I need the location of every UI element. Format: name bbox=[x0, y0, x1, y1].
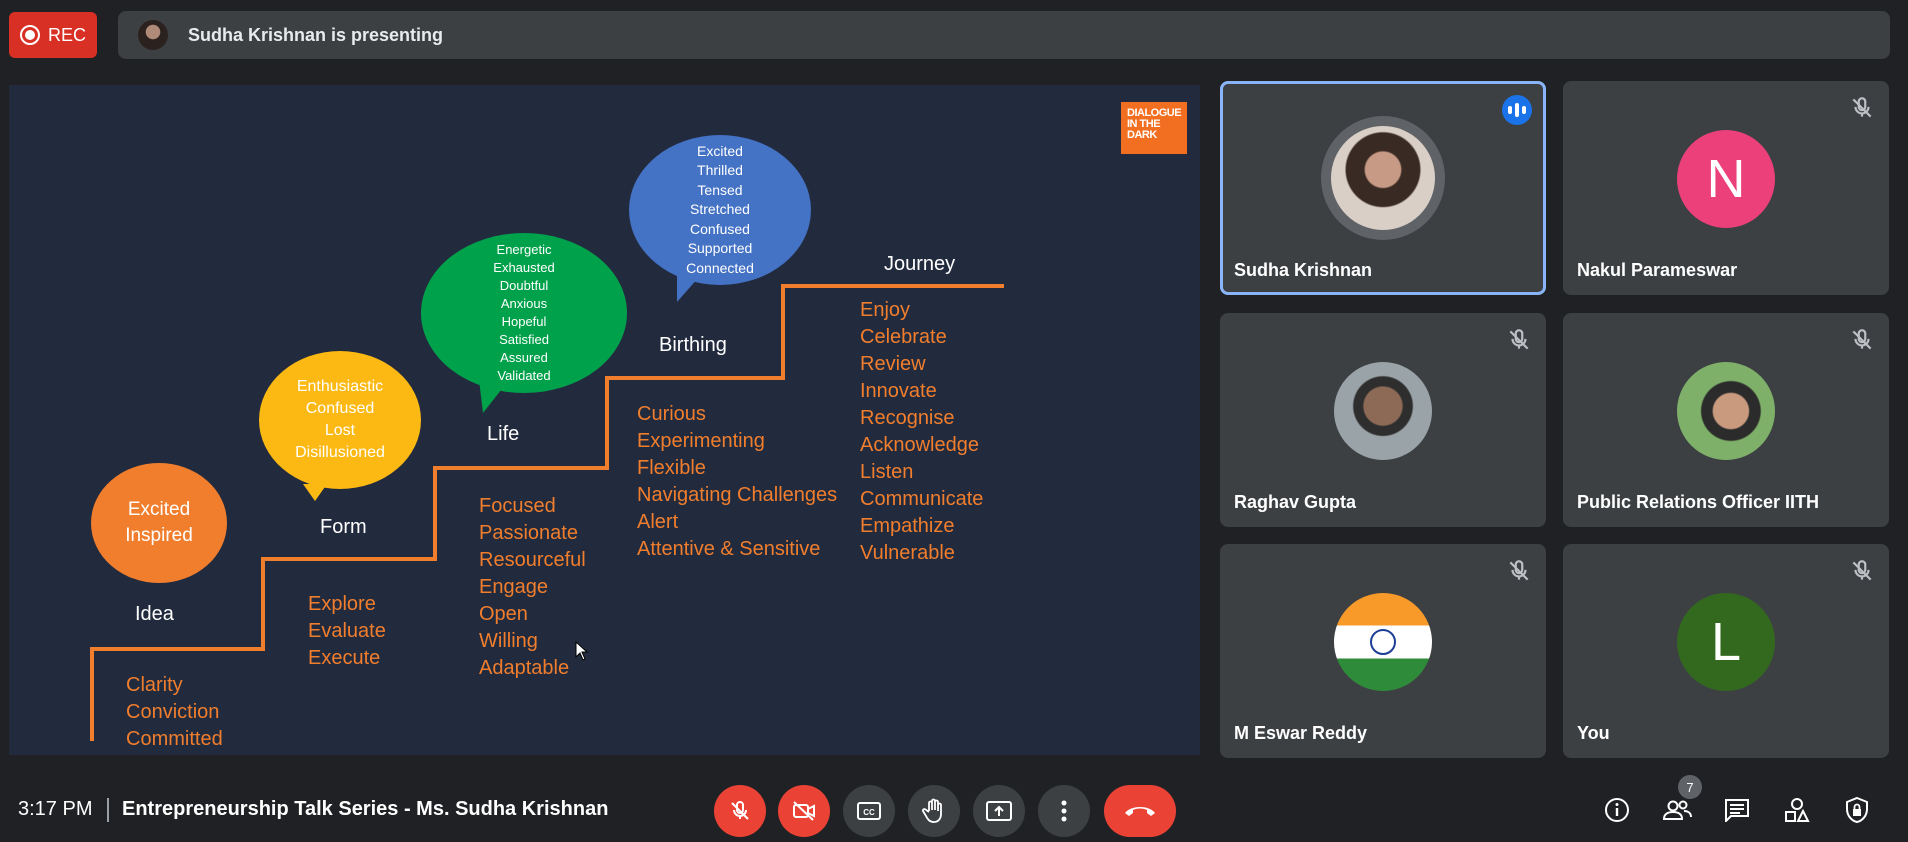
captions-button[interactable]: CC bbox=[843, 785, 895, 837]
raise-hand-icon bbox=[922, 798, 942, 823]
activities-button[interactable] bbox=[1777, 790, 1817, 830]
participant-name: Raghav Gupta bbox=[1234, 492, 1357, 512]
end-call-icon bbox=[1125, 807, 1155, 816]
avatar bbox=[1334, 362, 1432, 460]
shield-lock-icon bbox=[1846, 796, 1868, 824]
info-icon bbox=[1605, 798, 1629, 822]
mic-toggle-button[interactable] bbox=[714, 785, 766, 837]
speaking-indicator-icon bbox=[1502, 95, 1532, 125]
chat-icon bbox=[1725, 799, 1749, 822]
leave-call-button[interactable] bbox=[1104, 785, 1176, 837]
participant-name: M Eswar Reddy bbox=[1234, 723, 1368, 743]
list-idea: Clarity Conviction Committed bbox=[126, 674, 223, 750]
mic-off-icon bbox=[1509, 329, 1529, 350]
activities-icon bbox=[1785, 798, 1810, 822]
present-screen-icon bbox=[986, 801, 1012, 821]
chat-button[interactable] bbox=[1717, 790, 1757, 830]
presenting-banner: Sudha Krishnan is presenting bbox=[118, 11, 1890, 59]
presenter-avatar bbox=[138, 20, 168, 50]
participant-tile-raghav-gupta[interactable]: Raghav Gupta bbox=[1220, 313, 1546, 527]
mouse-cursor-icon bbox=[575, 641, 589, 661]
participant-tile-you[interactable]: L You bbox=[1563, 544, 1889, 758]
stage-title-form: Form bbox=[320, 516, 367, 538]
participant-name: Public Relations Officer IITH bbox=[1577, 492, 1820, 512]
mic-off-icon bbox=[1509, 560, 1529, 581]
avatar: N bbox=[1677, 130, 1775, 228]
mic-off-icon bbox=[1852, 560, 1872, 581]
bubble-life: Energetic Exhausted Doubtful Anxious Hop… bbox=[421, 233, 627, 393]
avatar: L bbox=[1677, 593, 1775, 691]
stage-title-birthing: Birthing bbox=[659, 334, 727, 356]
people-icon bbox=[1662, 800, 1692, 820]
list-form: Explore Evaluate Execute bbox=[308, 593, 386, 669]
svg-text:CC: CC bbox=[863, 808, 875, 817]
meeting-title: Entrepreneurship Talk Series - Ms. Sudha… bbox=[122, 798, 609, 820]
avatar bbox=[1677, 362, 1775, 460]
stage-title-journey: Journey bbox=[884, 253, 956, 275]
presenting-text: Sudha Krishnan is presenting bbox=[188, 24, 444, 45]
divider bbox=[107, 798, 109, 822]
india-flag-avatar bbox=[1334, 593, 1432, 691]
people-count-badge: 7 bbox=[1678, 775, 1702, 799]
clock: 3:17 PM bbox=[18, 798, 93, 820]
host-controls-button[interactable] bbox=[1837, 790, 1877, 830]
participant-tile-public-relations-officer[interactable]: Public Relations Officer IITH bbox=[1563, 313, 1889, 527]
camera-off-icon bbox=[793, 801, 815, 821]
list-journey: Enjoy Celebrate Review Innovate Recognis… bbox=[860, 299, 984, 564]
staircase-line bbox=[90, 272, 1004, 741]
stage-title-idea: Idea bbox=[135, 603, 174, 625]
present-now-button[interactable] bbox=[973, 785, 1025, 837]
participant-tile-m-eswar-reddy[interactable]: M Eswar Reddy bbox=[1220, 544, 1546, 758]
meet-window: REC Sudha Krishnan is presenting DIALOGU… bbox=[0, 0, 1908, 842]
mic-off-icon bbox=[1852, 329, 1872, 350]
mic-off-icon bbox=[1852, 97, 1872, 118]
bubble-birthing: Excited Thrilled Tensed Stretched Confus… bbox=[629, 135, 811, 285]
captions-icon: CC bbox=[857, 802, 881, 820]
recording-indicator[interactable]: REC bbox=[9, 12, 97, 58]
bubble-form: Enthusiastic Confused Lost Disillusioned bbox=[259, 351, 421, 489]
mic-off-icon bbox=[731, 800, 749, 820]
more-options-button[interactable] bbox=[1038, 785, 1090, 837]
camera-toggle-button[interactable] bbox=[778, 785, 830, 837]
participant-name: Nakul Parameswar bbox=[1577, 260, 1738, 280]
list-birthing: Curious Experimenting Flexible Navigatin… bbox=[637, 403, 838, 560]
dialogue-in-the-dark-logo: DIALOGUE IN THE DARK bbox=[1121, 102, 1187, 154]
stage-title-life: Life bbox=[487, 423, 520, 445]
bubble-idea: Excited Inspired bbox=[91, 463, 227, 583]
meeting-details-button[interactable] bbox=[1597, 790, 1637, 830]
participant-name: You bbox=[1577, 723, 1610, 743]
raise-hand-button[interactable] bbox=[908, 785, 960, 837]
avatar bbox=[1321, 116, 1445, 240]
participant-name: Sudha Krishnan bbox=[1234, 260, 1373, 280]
shared-slide: DIALOGUE IN THE DARK Excited Inspired En… bbox=[9, 85, 1200, 755]
recording-label: REC bbox=[47, 24, 86, 45]
record-icon bbox=[19, 25, 40, 45]
more-vert-icon bbox=[1061, 800, 1067, 822]
participant-tile-nakul-parameswar[interactable]: N Nakul Parameswar bbox=[1563, 81, 1889, 295]
list-life: Focused Passionate Resourceful Engage Op… bbox=[479, 495, 586, 679]
participant-tile-sudha-krishnan[interactable]: Sudha Krishnan bbox=[1220, 81, 1546, 295]
